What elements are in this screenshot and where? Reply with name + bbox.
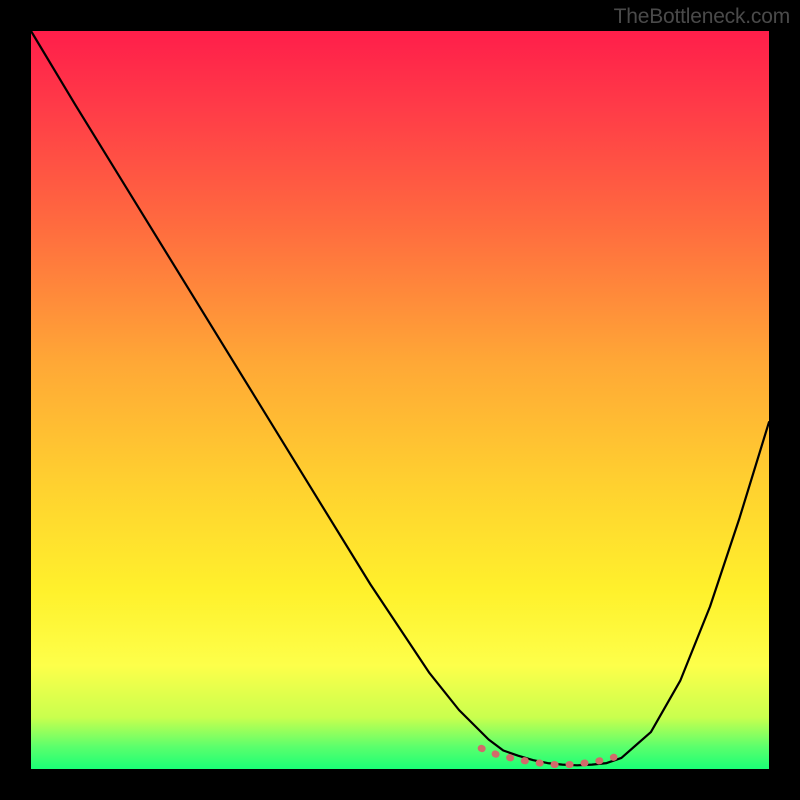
curve-svg [31,31,769,769]
watermark-text: TheBottleneck.com [614,5,790,29]
bottleneck-curve [31,31,769,765]
plot-area [31,31,769,769]
chart-frame: TheBottleneck.com [0,0,800,800]
